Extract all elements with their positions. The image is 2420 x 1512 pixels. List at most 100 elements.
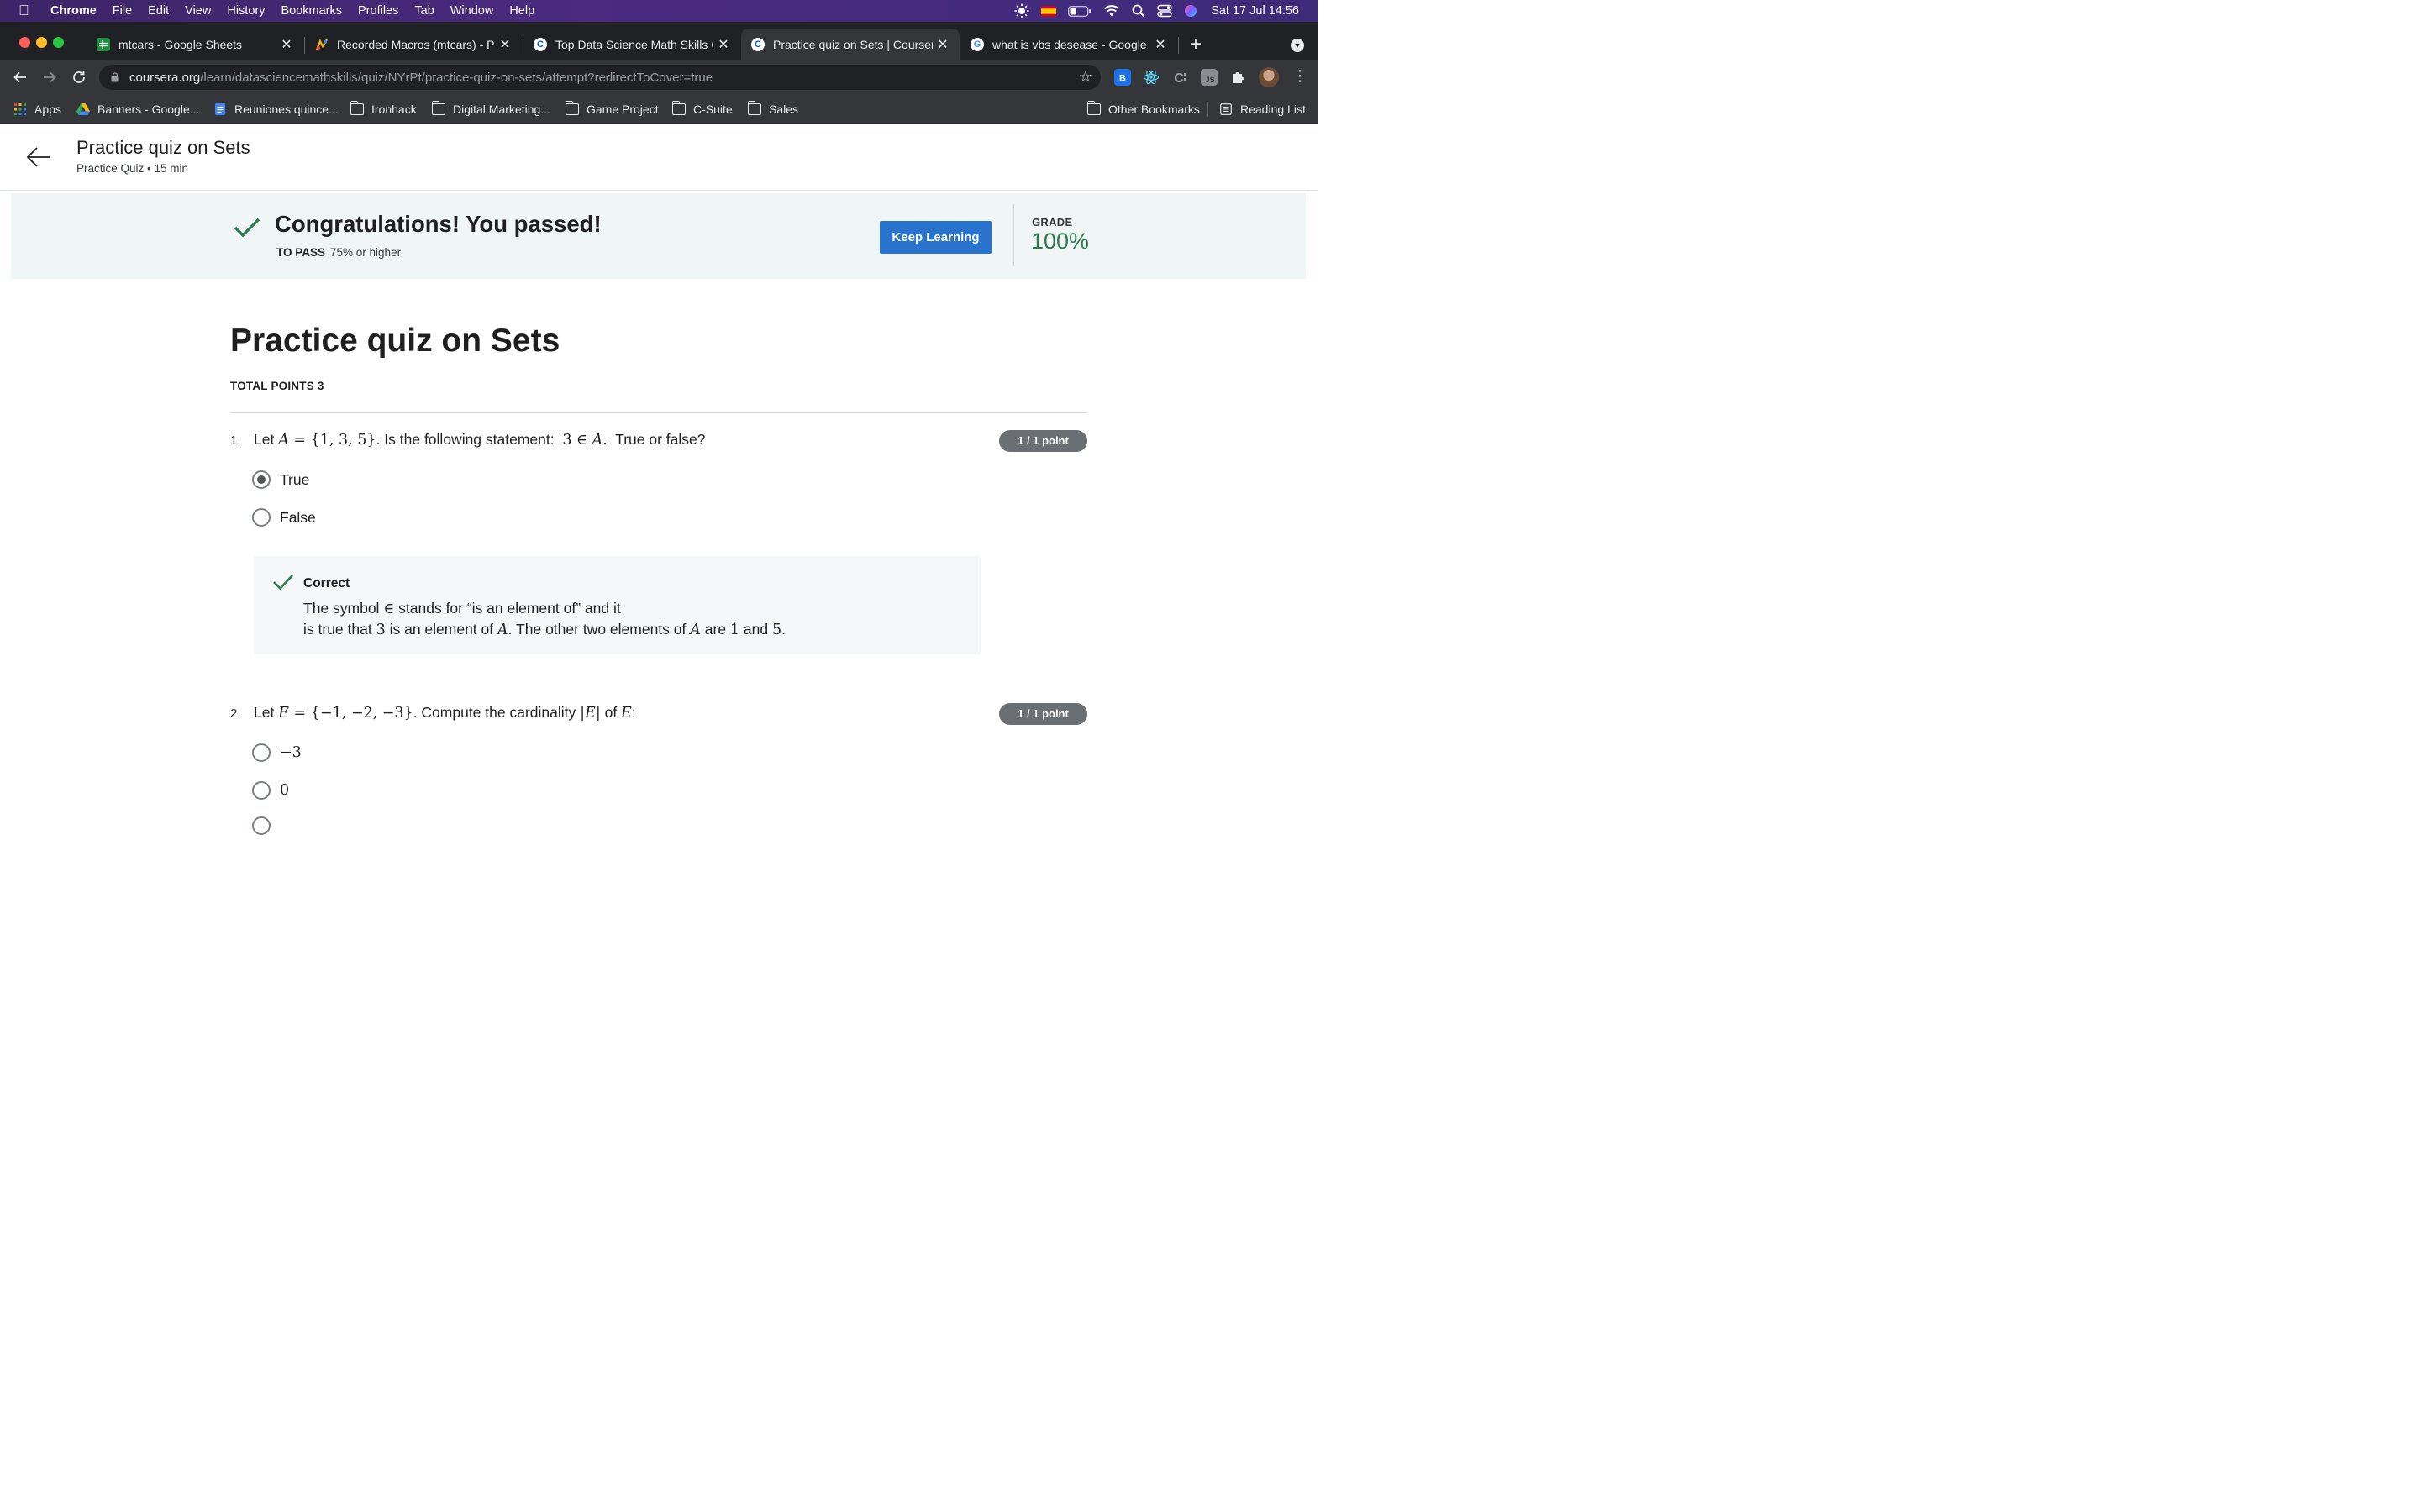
apps-grid-icon [14, 103, 26, 115]
bookmark-game-project[interactable]: Game Project [566, 101, 659, 118]
lock-icon[interactable] [111, 72, 119, 82]
tab-search-chevron-icon[interactable]: ▼ [1291, 39, 1304, 52]
radio-button[interactable] [252, 816, 271, 835]
bookmarks-bar: Apps Banners - Google... Reuniones quinc… [0, 94, 1318, 124]
question-1-number: 1. [230, 433, 241, 448]
tab-close-icon[interactable]: ✕ [1150, 36, 1171, 53]
menu-help[interactable]: Help [509, 4, 534, 18]
control-center-icon[interactable] [1157, 4, 1172, 18]
question-1-option-false[interactable]: False [252, 508, 316, 527]
keep-learning-button[interactable]: Keep Learning [880, 221, 992, 254]
bookmark-banners-google[interactable]: Banners - Google... [76, 101, 199, 118]
macros-icon [315, 38, 329, 51]
feedback-title: Correct [303, 576, 350, 591]
brightness-icon[interactable] [1014, 3, 1029, 18]
bookmark-label: Reading List [1240, 102, 1306, 116]
option-label: False [280, 508, 316, 526]
reading-list-icon [1220, 103, 1232, 115]
bookmark-label: C-Suite [693, 102, 733, 116]
tab-close-icon[interactable]: ✕ [713, 36, 734, 53]
bookmark-reading-list[interactable]: Reading List [1219, 101, 1306, 118]
menu-view[interactable]: View [185, 4, 211, 18]
bookmark-apps[interactable]: Apps [13, 101, 61, 118]
google-docs-icon [215, 103, 225, 115]
profile-avatar[interactable] [1259, 67, 1279, 87]
address-bar[interactable]: coursera.org/learn/datasciencemathskills… [99, 65, 1101, 90]
spotlight-search-icon[interactable] [1132, 4, 1145, 18]
forward-arrow-icon[interactable] [39, 67, 60, 87]
extensions-puzzle-icon[interactable] [1229, 69, 1246, 86]
question-1-points-badge: 1 / 1 point [999, 430, 1087, 452]
window-minimize-button[interactable] [36, 37, 47, 48]
tab-title: what is vbs desease - Google S [992, 38, 1150, 51]
back-arrow-icon[interactable] [25, 144, 52, 171]
radio-button[interactable] [252, 743, 271, 762]
battery-icon[interactable] [1068, 5, 1092, 17]
coursera-icon: C [534, 38, 547, 51]
bookmark-reuniones[interactable]: Reuniones quince... [213, 101, 339, 118]
feedback-text-line-2: is true that 3 is an element of A. The o… [303, 621, 786, 638]
google-sheets-icon [97, 38, 110, 51]
question-2-option-2[interactable]: 0 [252, 781, 289, 800]
menu-edit[interactable]: Edit [148, 4, 169, 18]
folder-icon [432, 101, 445, 115]
tab-google-search[interactable]: G what is vbs desease - Google S ✕ [960, 29, 1177, 60]
wifi-icon[interactable] [1103, 4, 1120, 18]
bookmark-sales[interactable]: Sales [748, 101, 798, 118]
url-text[interactable]: coursera.org/learn/datasciencemathskills… [129, 71, 713, 85]
radio-button[interactable] [252, 508, 271, 527]
grade-value: 100% [1031, 228, 1090, 254]
tab-data-science-math-skills[interactable]: C Top Data Science Math Skills C ✕ [523, 29, 740, 60]
chrome-menu-icon[interactable]: ⋮ [1292, 67, 1307, 85]
tab-title: Top Data Science Math Skills C [555, 38, 713, 51]
bookmark-c-suite[interactable]: C-Suite [672, 101, 733, 118]
tab-title: mtcars - Google Sheets [118, 38, 243, 51]
window-zoom-button[interactable] [53, 37, 64, 48]
bookmark-label: Game Project [587, 102, 659, 116]
radio-button[interactable] [252, 781, 271, 800]
page-subtitle: Practice Quiz • 15 min [76, 162, 189, 175]
new-tab-icon[interactable]: + [1190, 32, 1202, 57]
option-label: −3 [280, 744, 302, 761]
menu-app-chrome[interactable]: Chrome [50, 4, 97, 18]
bookmark-label: Digital Marketing... [453, 102, 550, 116]
folder-icon [672, 101, 686, 115]
bookmark-label: Ironhack [371, 102, 417, 116]
extension-b-icon[interactable]: B [1114, 69, 1131, 86]
bookmark-label: Other Bookmarks [1108, 102, 1200, 116]
grade-label: GRADE [1032, 216, 1073, 228]
tab-recorded-macros[interactable]: Recorded Macros (mtcars) - Pr ✕ [305, 29, 522, 60]
radio-button-selected[interactable] [252, 470, 271, 489]
tab-close-icon[interactable]: ✕ [933, 36, 953, 53]
bookmark-separator [1207, 102, 1208, 117]
tab-mtcars-sheets[interactable]: mtcars - Google Sheets ✕ [87, 29, 303, 60]
menu-bar-clock[interactable]: Sat 17 Jul 14:56 [1211, 4, 1299, 18]
menu-window[interactable]: Window [450, 4, 494, 18]
question-1-option-true[interactable]: True [252, 470, 309, 489]
bookmark-star-icon[interactable]: ☆ [1079, 68, 1092, 86]
menu-bookmarks[interactable]: Bookmarks [281, 4, 342, 18]
tab-close-icon[interactable]: ✕ [276, 36, 297, 53]
bookmark-other-bookmarks[interactable]: Other Bookmarks [1087, 101, 1200, 118]
menu-profiles[interactable]: Profiles [358, 4, 398, 18]
react-devtools-icon[interactable] [1143, 69, 1160, 86]
reload-icon[interactable] [69, 67, 89, 87]
menu-history[interactable]: History [227, 4, 265, 18]
extension-c-icon[interactable]: C [1171, 69, 1188, 86]
extension-js-icon[interactable]: JS [1201, 69, 1218, 86]
apple-icon[interactable]:  [18, 0, 34, 22]
svg-text:B: B [1119, 74, 1126, 84]
siri-icon[interactable] [1184, 4, 1197, 18]
spanish-flag-icon[interactable] [1041, 5, 1057, 17]
menu-file[interactable]: File [113, 4, 132, 18]
folder-icon [350, 101, 364, 115]
bookmark-digital-marketing[interactable]: Digital Marketing... [432, 101, 550, 118]
question-2-option-1[interactable]: −3 [252, 743, 302, 762]
back-arrow-icon[interactable] [10, 67, 30, 87]
tab-practice-quiz-on-sets[interactable]: C Practice quiz on Sets | Courser ✕ [741, 29, 960, 60]
tab-close-icon[interactable]: ✕ [495, 36, 515, 53]
bookmark-ironhack[interactable]: Ironhack [350, 101, 417, 118]
window-close-button[interactable] [19, 37, 30, 48]
menu-tab[interactable]: Tab [414, 4, 434, 18]
question-2-option-3[interactable] [252, 816, 271, 835]
